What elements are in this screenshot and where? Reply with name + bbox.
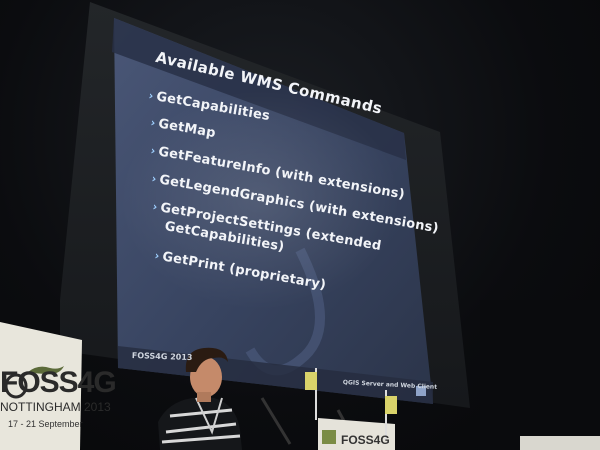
event-banner: [0, 322, 82, 450]
table-flag-left: [305, 372, 317, 390]
microphone: [260, 397, 292, 445]
slide-footer-logo: [416, 386, 426, 396]
conference-scene: [0, 2, 600, 450]
table-flag-right: [385, 396, 397, 414]
